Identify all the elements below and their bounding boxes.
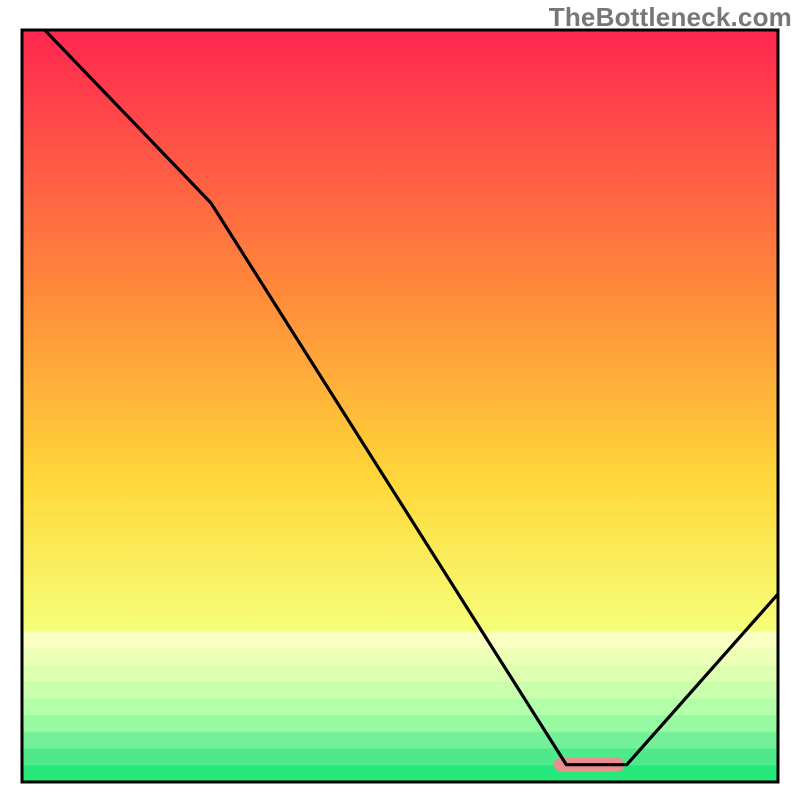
band	[22, 632, 778, 649]
band	[22, 732, 778, 749]
band	[22, 648, 778, 665]
chart-svg	[0, 0, 800, 800]
band	[22, 749, 778, 766]
band	[22, 682, 778, 699]
watermark-text: TheBottleneck.com	[549, 2, 792, 33]
horizontal-bands	[22, 632, 778, 783]
band	[22, 765, 778, 782]
band	[22, 698, 778, 715]
bottleneck-chart: TheBottleneck.com	[0, 0, 800, 800]
band	[22, 665, 778, 682]
